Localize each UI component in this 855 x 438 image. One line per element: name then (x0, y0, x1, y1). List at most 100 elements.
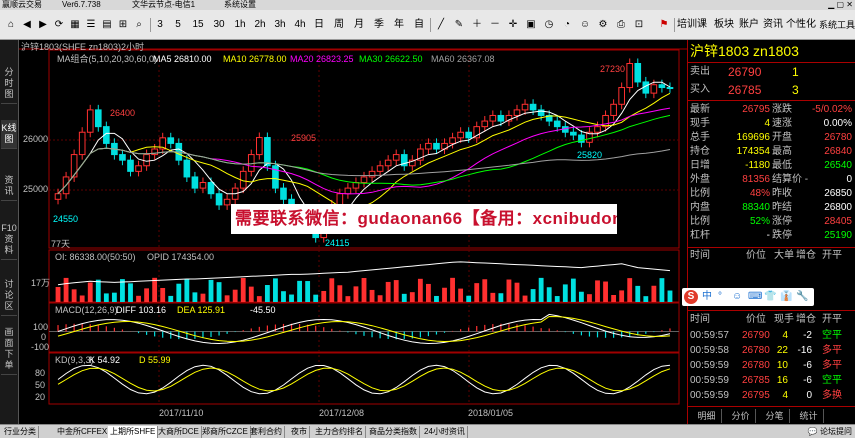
btab-cffex[interactable]: 中金所CFFEX (55, 426, 111, 438)
period-day[interactable]: 日 (312, 16, 326, 34)
crosshair-icon[interactable]: ✛ (506, 16, 520, 34)
ask-price[interactable]: 26790 (728, 66, 761, 78)
layout-icon[interactable]: ▣ (524, 16, 538, 34)
indicator-icon[interactable]: ⊞ (116, 16, 130, 34)
btab-arbitrage[interactable]: 套利合约 (248, 426, 285, 438)
alarm-icon[interactable]: ◔ (560, 16, 574, 34)
news-button[interactable]: 资讯 (762, 16, 784, 34)
im-toolbar[interactable]: S 中 ° ☺ ⌨ 👕 👔 🔧 (682, 288, 814, 306)
back-icon[interactable]: ◀ (20, 16, 34, 34)
im-shirt-icon[interactable]: 👔 (780, 290, 792, 304)
tick-row[interactable]: 00:59:59 26780 10 -6 多平 (688, 360, 855, 372)
zoom-in-icon[interactable]: ＋ (470, 16, 484, 34)
account-button[interactable]: 账户 (738, 16, 760, 34)
tab-detail[interactable]: 明细 (692, 409, 722, 423)
tab-forum[interactable]: 讨论区 (1, 276, 17, 316)
tab-kline[interactable]: K线图 (1, 120, 17, 149)
tick-oi-change: -16 (797, 345, 812, 356)
volume-bar (611, 295, 617, 302)
print-icon[interactable]: ⎙ (614, 16, 628, 34)
chart-icon[interactable]: ▦ (68, 16, 82, 34)
period-month[interactable]: 月 (352, 16, 366, 34)
btab-shfe[interactable]: 上期所SHFE (108, 426, 159, 438)
tick-row[interactable]: 00:59:58 26780 22 -16 多平 (688, 345, 855, 357)
forward-icon[interactable]: ▶ (36, 16, 50, 34)
period-3[interactable]: 3 (154, 16, 166, 34)
btab-news24[interactable]: 24小时资讯 (422, 426, 468, 438)
tick-row[interactable]: 00:59:59 26785 16 -6 空平 (688, 375, 855, 387)
volume-bar (643, 296, 649, 302)
tab-timeshare[interactable]: 分时图 (1, 64, 17, 104)
window-controls[interactable]: ▁ ▢ ✕ (828, 0, 853, 10)
clock-icon[interactable]: ◷ (542, 16, 556, 34)
ask-row[interactable]: 卖出 26790 1 (688, 66, 855, 78)
btab-night[interactable]: 夜市 (289, 426, 310, 438)
lock-icon[interactable]: ⊡ (632, 16, 646, 34)
flag-icon[interactable]: ⚑ (656, 16, 672, 34)
btab-dce[interactable]: 大商所DCE (156, 426, 202, 438)
btab-czce[interactable]: 郑商所CZCE (200, 426, 251, 438)
im-lang-icon[interactable]: 中 (702, 290, 712, 304)
im-emoji-icon[interactable]: ☺ (732, 290, 742, 304)
tab-news[interactable]: 资讯 (1, 172, 17, 201)
period-5[interactable]: 5 (172, 16, 184, 34)
kd-axis-20: 20 (35, 392, 46, 402)
quote-label-left: 比例 (690, 216, 710, 227)
macd-dea: DEA 125.91 (177, 305, 226, 315)
period-year[interactable]: 年 (392, 16, 406, 34)
period-4h[interactable]: 4h (292, 16, 308, 34)
tick-row[interactable]: 00:59:57 26790 4 -2 空平 (688, 330, 855, 342)
training-button[interactable]: 培训课 (675, 16, 709, 34)
tick-oi-change: -6 (803, 375, 812, 386)
volume-bar (546, 287, 552, 302)
tick-type: 空平 (822, 375, 842, 386)
period-1h[interactable]: 1h (232, 16, 248, 34)
forum-question-button[interactable]: 💬 论坛提问 (808, 426, 852, 438)
tab-order-screen[interactable]: 画面下单 (1, 324, 17, 375)
period-2h[interactable]: 2h (252, 16, 268, 34)
home-icon[interactable]: ⌂ (4, 16, 18, 34)
zoom-out-icon[interactable]: － (488, 16, 502, 34)
btab-main-rank[interactable]: 主力合约排名 (313, 426, 366, 438)
quote-value-left: 26795 (742, 104, 770, 115)
period-quarter[interactable]: 季 (372, 16, 386, 34)
im-skin-icon[interactable]: 👕 (764, 290, 776, 304)
tab-ticks[interactable]: 分笔 (760, 409, 790, 423)
refresh-icon[interactable]: ⟳ (52, 16, 66, 34)
system-settings-menu[interactable]: 系统设置 (224, 0, 256, 10)
volume-bar (111, 292, 117, 302)
draw-line-icon[interactable]: ╱ (434, 16, 448, 34)
period-3h[interactable]: 3h (272, 16, 288, 34)
period-30[interactable]: 30 (211, 16, 227, 34)
tick-row[interactable]: 00:59:59 26795 4 0 多换 (688, 390, 855, 402)
tab-f10[interactable]: F10资料 (1, 220, 17, 260)
grid-icon[interactable]: ▤ (100, 16, 114, 34)
btab-industry[interactable]: 行业分类 (2, 426, 39, 438)
period-week[interactable]: 周 (332, 16, 346, 34)
volume-bar (71, 289, 77, 302)
price-axis-label-2: 25000 (23, 184, 49, 194)
volume-bar (417, 278, 423, 302)
btab-index[interactable]: 商品分类指数 (367, 426, 420, 438)
list-icon[interactable]: ☰ (84, 16, 98, 34)
im-punct-icon[interactable]: ° (718, 290, 722, 304)
settings-icon[interactable]: ⚙ (596, 16, 610, 34)
personalize-button[interactable]: 个性化 (784, 16, 818, 34)
im-tools-icon[interactable]: 🔧 (796, 290, 808, 304)
bid-price[interactable]: 26785 (728, 84, 761, 96)
candle-body (618, 87, 625, 105)
tab-stats[interactable]: 统计 (794, 409, 824, 423)
tab-price-dist[interactable]: 分价 (726, 409, 756, 423)
im-logo-icon[interactable]: S (684, 290, 698, 304)
user-icon[interactable]: ☺ (578, 16, 592, 34)
bid-row[interactable]: 买入 26785 3 (688, 84, 855, 96)
system-tools-button[interactable]: 系统工具 (818, 16, 855, 34)
im-keyboard-icon[interactable]: ⌨ (748, 290, 762, 304)
draw-tool-icon[interactable]: ✎ (452, 16, 466, 34)
quote-value-right: 0 (846, 174, 852, 185)
quote-label-right: 昨结 (772, 202, 792, 213)
period-custom[interactable]: 自 (412, 16, 426, 34)
search-icon[interactable]: ⌕ (132, 16, 146, 34)
period-15[interactable]: 15 (190, 16, 206, 34)
sector-button[interactable]: 板块 (713, 16, 735, 34)
